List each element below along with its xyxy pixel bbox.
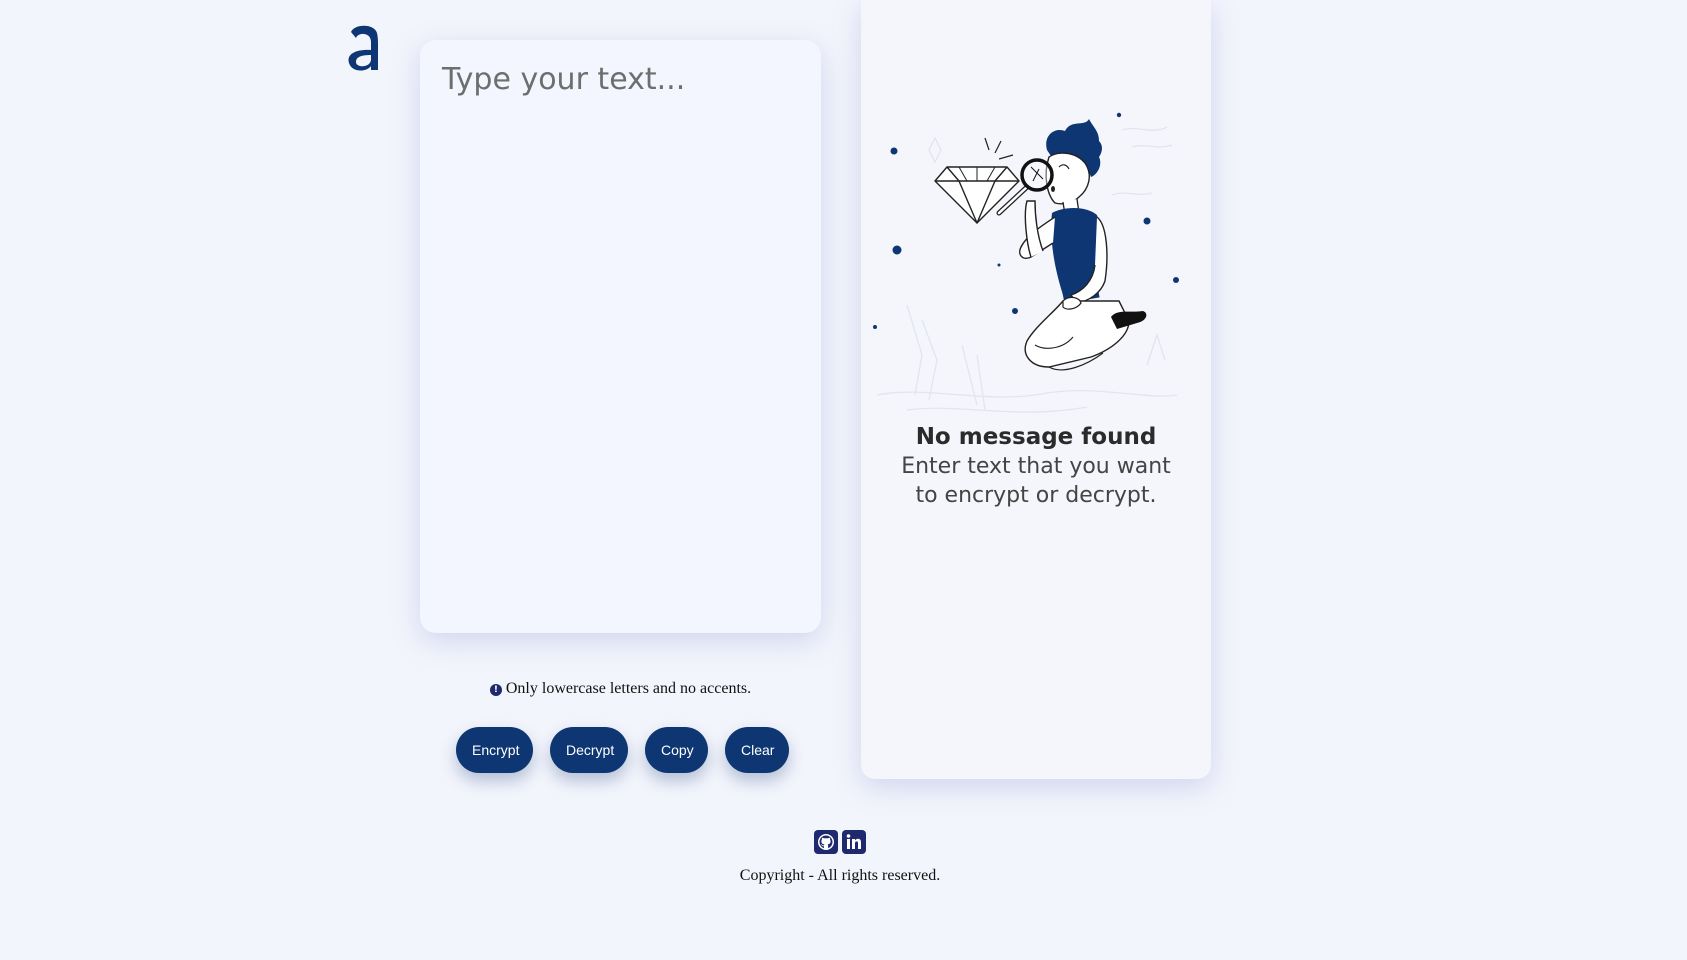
input-card xyxy=(420,40,821,633)
action-buttons: Encrypt Decrypt Copy Clear xyxy=(456,727,789,773)
input-hint: ! Only lowercase letters and no accents. xyxy=(420,680,821,698)
person-with-magnifier-illustration xyxy=(873,112,1179,413)
output-card: No message found Enter text that you wan… xyxy=(861,0,1211,779)
output-subtitle: Enter text that you want to encrypt or d… xyxy=(901,454,1171,508)
copy-button[interactable]: Copy xyxy=(645,727,708,773)
hint-text: Only lowercase letters and no accents. xyxy=(505,680,752,697)
clear-button[interactable]: Clear xyxy=(725,727,789,773)
logo-icon xyxy=(348,25,378,71)
text-input[interactable] xyxy=(420,40,821,633)
copyright-text: Copyright - All rights reserved. xyxy=(739,867,941,884)
info-icon: ! xyxy=(489,684,502,696)
social-links xyxy=(814,830,866,854)
encrypt-button[interactable]: Encrypt xyxy=(456,727,533,773)
output-title: No message found xyxy=(915,424,1157,450)
decrypt-button[interactable]: Decrypt xyxy=(550,727,628,773)
linkedin-icon[interactable] xyxy=(842,830,866,854)
github-icon[interactable] xyxy=(814,830,838,854)
